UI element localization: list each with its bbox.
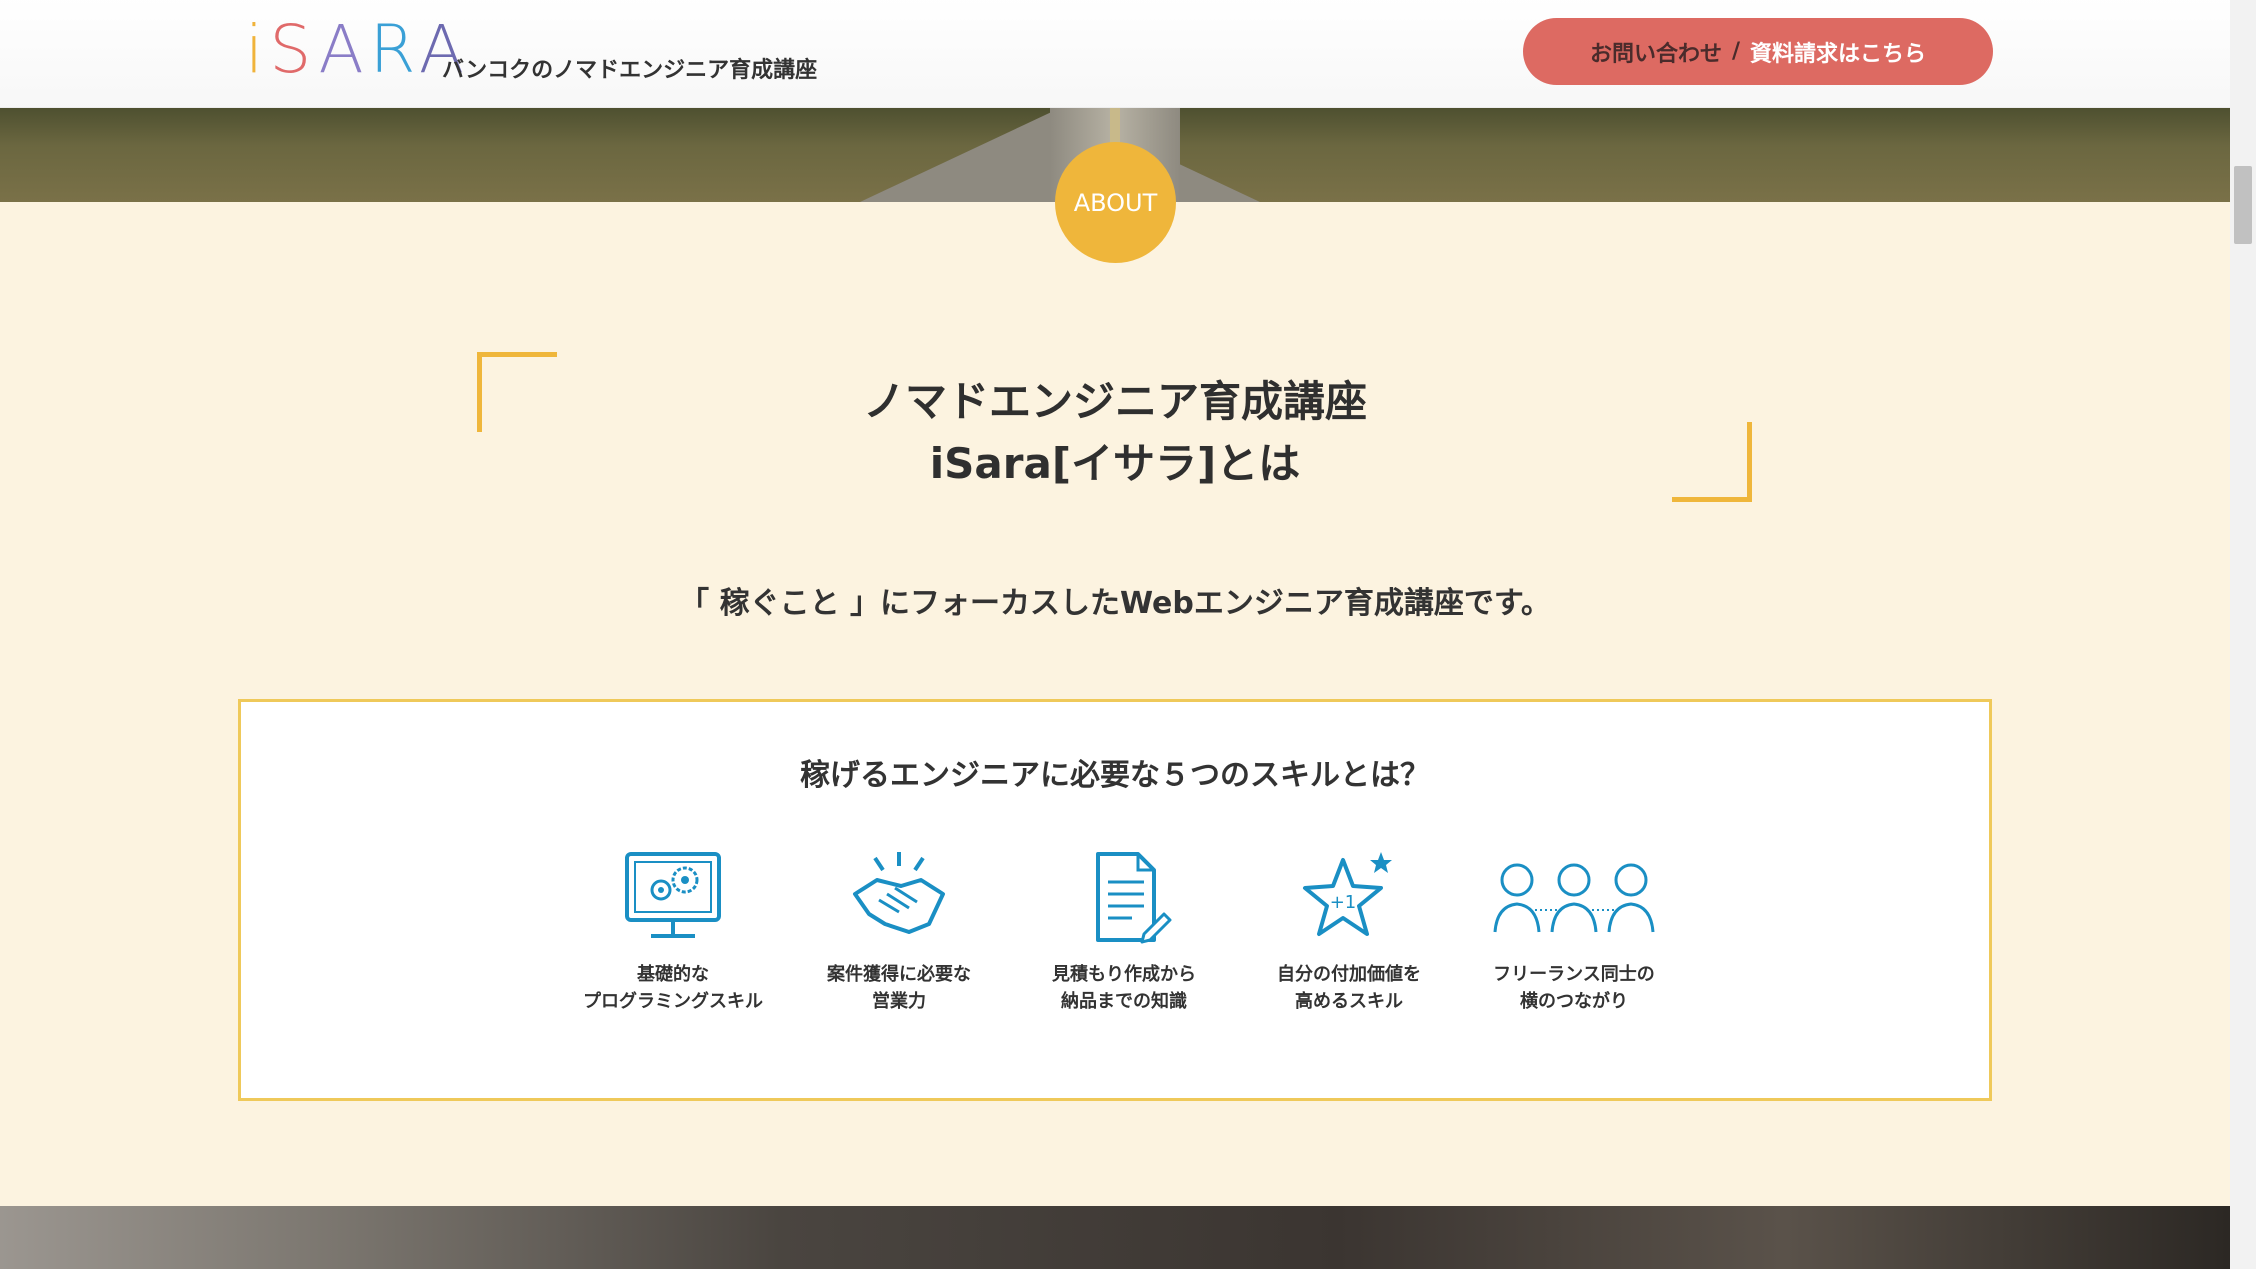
computer-gears-icon — [625, 852, 721, 938]
section-heading-line1: ノマドエンジニア育成講座 — [862, 377, 1367, 426]
skill-caption: 案件獲得に必要な 営業力 — [827, 964, 971, 1012]
skill-item: フリーランス同士の 横のつながり — [1469, 850, 1679, 1015]
contact-separator: / — [1731, 39, 1741, 64]
skill-item: 基礎的な プログラミングスキル — [568, 850, 778, 1015]
document-pen-icon — [1096, 852, 1172, 944]
contact-label: お問い合わせ — [1589, 41, 1722, 67]
star-plus-one-icon: +1 — [1303, 852, 1392, 936]
site-header: iSARA バンコクのノマドエンジニア育成講座 お問い合わせ / 資料請求はこち… — [0, 0, 2230, 107]
skill-item: 見積もり作成から 納品までの知識 — [1019, 850, 1229, 1015]
skill-caption: 基礎的な プログラミングスキル — [583, 964, 763, 1012]
skill-caption: フリーランス同士の 横のつながり — [1493, 964, 1655, 1012]
handshake-icon — [853, 852, 945, 934]
skills-panel: 稼げるエンジニアに必要な５つのスキルとは？ 基礎的な プログラミングスキル 案件… — [238, 699, 1992, 1101]
site-tagline: バンコクのノマドエンジニア育成講座 — [442, 58, 818, 83]
bottom-section-image — [0, 1206, 2230, 1269]
skill-caption: 自分の付加価値を 高めるスキル — [1277, 964, 1421, 1012]
scrollbar-thumb[interactable] — [2234, 166, 2252, 244]
field-right — [1180, 108, 2230, 202]
svg-text:+1: +1 — [1330, 892, 1357, 913]
skill-caption: 見積もり作成から 納品までの知識 — [1052, 964, 1196, 1012]
about-badge: ABOUT — [1055, 142, 1176, 263]
skill-item: +1 自分の付加価値を 高めるスキル — [1244, 850, 1454, 1015]
lead-text: 「 稼ぐこと 」にフォーカスしたWebエンジニア育成講座です。 — [679, 586, 1551, 621]
skill-item: 案件獲得に必要な 営業力 — [794, 850, 1004, 1015]
skills-title: 稼げるエンジニアに必要な５つのスキルとは？ — [800, 758, 1430, 793]
people-network-icon — [1493, 863, 1655, 933]
section-heading-line2: iSara[イサラ]とは — [929, 439, 1301, 488]
isara-logo[interactable]: iSARA — [245, 17, 470, 83]
contact-request-button[interactable]: お問い合わせ / 資料請求はこちら — [1523, 18, 1993, 85]
request-label: 資料請求はこちら — [1750, 41, 1927, 67]
